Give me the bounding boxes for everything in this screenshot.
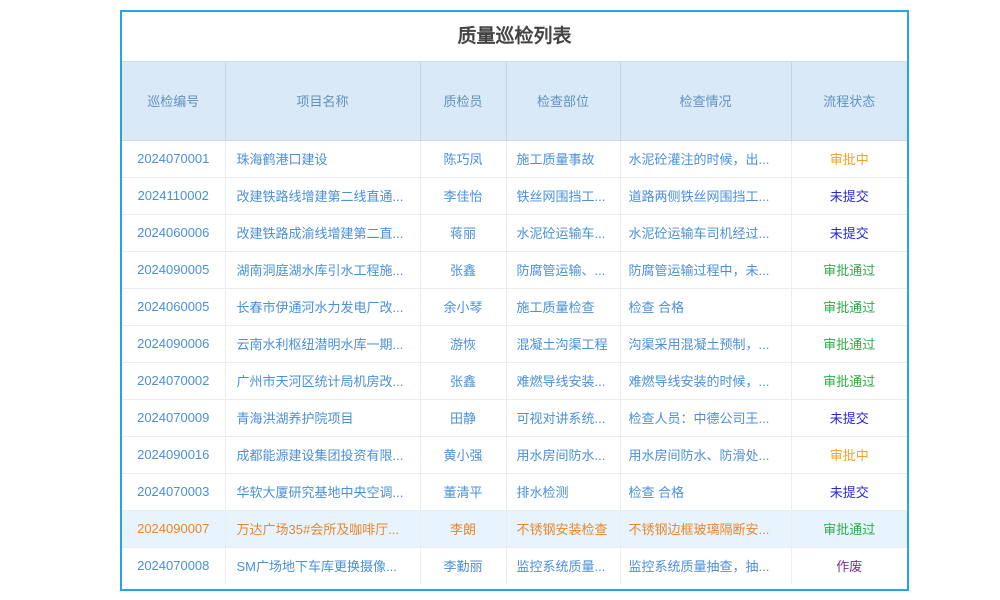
- check-situation-cell: 检查人员：中德公司王...: [620, 399, 791, 436]
- status-cell: 审批通过: [791, 325, 907, 362]
- project-name-cell: 万达广场35#会所及咖啡厅...: [225, 510, 420, 547]
- check-part-cell: 混凝土沟渠工程: [506, 325, 620, 362]
- project-name-cell: SM广场地下车库更换摄像...: [225, 547, 420, 584]
- column-header-inspector: 质检员: [420, 62, 506, 140]
- project-name-cell: 改建铁路线增建第二线直通...: [225, 177, 420, 214]
- project-name-cell: 湖南洞庭湖水库引水工程施...: [225, 251, 420, 288]
- inspection-id-cell: 2024070009: [122, 399, 225, 436]
- inspection-id-cell: 2024060006: [122, 214, 225, 251]
- check-part-cell: 不锈钢安装检查: [506, 510, 620, 547]
- check-part-cell: 铁丝网围挡工...: [506, 177, 620, 214]
- status-cell: 审批通过: [791, 362, 907, 399]
- check-part-cell: 难燃导线安装...: [506, 362, 620, 399]
- inspector-cell: 李朗: [420, 510, 506, 547]
- table-body: 2024070001珠海鹤港口建设陈巧凤施工质量事故水泥砼灌注的时候，出...审…: [122, 140, 907, 584]
- inspector-cell: 田静: [420, 399, 506, 436]
- project-name-cell: 云南水利枢纽潜明水库一期...: [225, 325, 420, 362]
- status-cell: 审批中: [791, 436, 907, 473]
- inspector-cell: 蒋丽: [420, 214, 506, 251]
- inspection-id-cell: 2024070008: [122, 547, 225, 584]
- inspector-cell: 董清平: [420, 473, 506, 510]
- project-name-cell: 广州市天河区统计局机房改...: [225, 362, 420, 399]
- column-header-check-situation: 检查情况: [620, 62, 791, 140]
- column-header-project-name: 项目名称: [225, 62, 420, 140]
- project-name-cell: 成都能源建设集团投资有限...: [225, 436, 420, 473]
- check-part-cell: 排水检测: [506, 473, 620, 510]
- column-header-check-part: 检查部位: [506, 62, 620, 140]
- check-situation-cell: 沟渠采用混凝土预制，...: [620, 325, 791, 362]
- status-cell: 审批通过: [791, 510, 907, 547]
- status-cell: 未提交: [791, 399, 907, 436]
- check-part-cell: 施工质量事故: [506, 140, 620, 177]
- inspector-cell: 张鑫: [420, 362, 506, 399]
- check-situation-cell: 用水房间防水、防滑处...: [620, 436, 791, 473]
- inspection-id-cell: 2024090005: [122, 251, 225, 288]
- inspection-id-cell: 2024090007: [122, 510, 225, 547]
- inspection-id-cell: 2024060005: [122, 288, 225, 325]
- table-header-row: 巡检编号 项目名称 质检员 检查部位 检查情况 流程状态: [122, 62, 907, 140]
- table-row[interactable]: 2024060005长春市伊通河水力发电厂改...余小琴施工质量检查检查 合格审…: [122, 288, 907, 325]
- table-row[interactable]: 2024070009青海洪湖养护院项目田静可视对讲系统...检查人员：中德公司王…: [122, 399, 907, 436]
- check-situation-cell: 水泥砼运输车司机经过...: [620, 214, 791, 251]
- table-row[interactable]: 2024090016成都能源建设集团投资有限...黄小强用水房间防水...用水房…: [122, 436, 907, 473]
- project-name-cell: 改建铁路成渝线增建第二直...: [225, 214, 420, 251]
- table-row[interactable]: 2024070002广州市天河区统计局机房改...张鑫难燃导线安装...难燃导线…: [122, 362, 907, 399]
- check-situation-cell: 道路两侧铁丝网围挡工...: [620, 177, 791, 214]
- inspector-cell: 李勤丽: [420, 547, 506, 584]
- status-cell: 审批中: [791, 140, 907, 177]
- inspector-cell: 李佳怡: [420, 177, 506, 214]
- inspector-cell: 黄小强: [420, 436, 506, 473]
- project-name-cell: 华软大厦研究基地中央空调...: [225, 473, 420, 510]
- status-cell: 未提交: [791, 473, 907, 510]
- check-situation-cell: 水泥砼灌注的时候，出...: [620, 140, 791, 177]
- table-row[interactable]: 2024070008SM广场地下车库更换摄像...李勤丽监控系统质量...监控系…: [122, 547, 907, 584]
- table-row[interactable]: 2024090006云南水利枢纽潜明水库一期...游恢混凝土沟渠工程沟渠采用混凝…: [122, 325, 907, 362]
- project-name-cell: 珠海鹤港口建设: [225, 140, 420, 177]
- check-part-cell: 防腐管运输、...: [506, 251, 620, 288]
- inspection-id-cell: 2024110002: [122, 177, 225, 214]
- check-part-cell: 用水房间防水...: [506, 436, 620, 473]
- column-header-workflow-status: 流程状态: [791, 62, 907, 140]
- check-part-cell: 水泥砼运输车...: [506, 214, 620, 251]
- project-name-cell: 青海洪湖养护院项目: [225, 399, 420, 436]
- check-situation-cell: 不锈钢边框玻璃隔断安...: [620, 510, 791, 547]
- check-part-cell: 施工质量检查: [506, 288, 620, 325]
- inspection-id-cell: 2024070003: [122, 473, 225, 510]
- check-part-cell: 监控系统质量...: [506, 547, 620, 584]
- table-row[interactable]: 2024070003华软大厦研究基地中央空调...董清平排水检测检查 合格未提交: [122, 473, 907, 510]
- project-name-cell: 长春市伊通河水力发电厂改...: [225, 288, 420, 325]
- check-situation-cell: 检查 合格: [620, 473, 791, 510]
- status-cell: 未提交: [791, 177, 907, 214]
- page-title: 质量巡检列表: [122, 12, 907, 62]
- table-row[interactable]: 2024090007万达广场35#会所及咖啡厅...李朗不锈钢安装检查不锈钢边框…: [122, 510, 907, 547]
- status-cell: 未提交: [791, 214, 907, 251]
- status-cell: 审批通过: [791, 251, 907, 288]
- check-situation-cell: 难燃导线安装的时候，...: [620, 362, 791, 399]
- column-header-inspection-id: 巡检编号: [122, 62, 225, 140]
- check-situation-cell: 防腐管运输过程中，未...: [620, 251, 791, 288]
- inspector-cell: 游恢: [420, 325, 506, 362]
- table-row[interactable]: 2024060006改建铁路成渝线增建第二直...蒋丽水泥砼运输车...水泥砼运…: [122, 214, 907, 251]
- table-row[interactable]: 2024090005湖南洞庭湖水库引水工程施...张鑫防腐管运输、...防腐管运…: [122, 251, 907, 288]
- check-situation-cell: 检查 合格: [620, 288, 791, 325]
- table-row[interactable]: 2024110002改建铁路线增建第二线直通...李佳怡铁丝网围挡工...道路两…: [122, 177, 907, 214]
- inspection-table: 巡检编号 项目名称 质检员 检查部位 检查情况 流程状态 2024070001珠…: [122, 62, 907, 584]
- check-situation-cell: 监控系统质量抽查，抽...: [620, 547, 791, 584]
- inspection-id-cell: 2024090016: [122, 436, 225, 473]
- inspector-cell: 张鑫: [420, 251, 506, 288]
- status-cell: 作废: [791, 547, 907, 584]
- inspection-id-cell: 2024090006: [122, 325, 225, 362]
- quality-inspection-panel: 质量巡检列表 巡检编号 项目名称 质检员 检查部位 检查情况 流程状态 2024…: [120, 10, 909, 591]
- check-part-cell: 可视对讲系统...: [506, 399, 620, 436]
- status-cell: 审批通过: [791, 288, 907, 325]
- inspector-cell: 陈巧凤: [420, 140, 506, 177]
- table-row[interactable]: 2024070001珠海鹤港口建设陈巧凤施工质量事故水泥砼灌注的时候，出...审…: [122, 140, 907, 177]
- inspection-id-cell: 2024070002: [122, 362, 225, 399]
- inspector-cell: 余小琴: [420, 288, 506, 325]
- inspection-id-cell: 2024070001: [122, 140, 225, 177]
